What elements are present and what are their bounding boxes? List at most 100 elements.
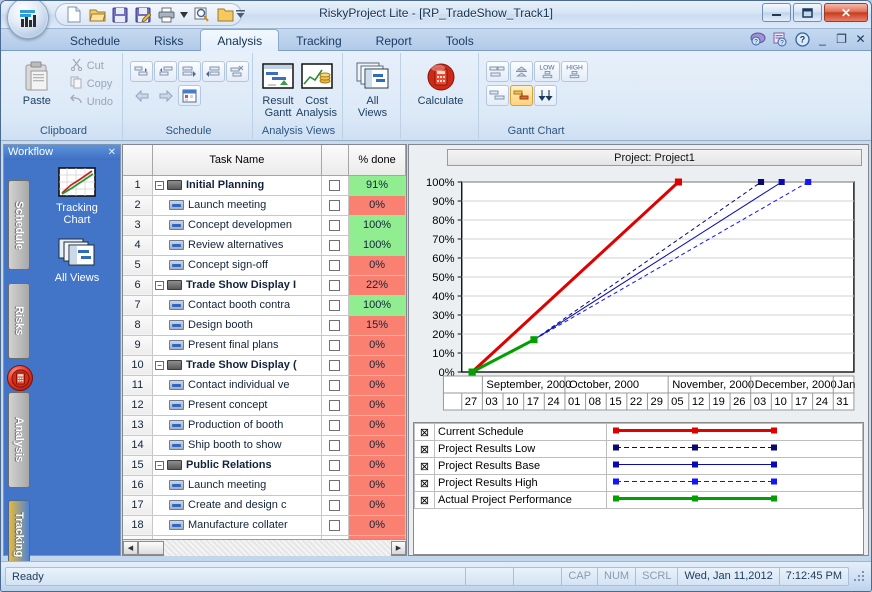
low-icon[interactable]: LOW: [534, 61, 560, 82]
back-arrow-icon[interactable]: [130, 85, 153, 106]
row-checkbox[interactable]: [329, 180, 340, 191]
result-gantt-button[interactable]: Result Gantt: [260, 57, 296, 119]
scroll-right-button[interactable]: ▶: [391, 541, 406, 555]
sidebar-item-risks[interactable]: Risks: [8, 283, 30, 359]
row-checkbox-cell[interactable]: [321, 335, 348, 355]
row-checkbox[interactable]: [329, 300, 340, 311]
tab-report[interactable]: Report: [359, 29, 429, 51]
expander-icon[interactable]: −: [155, 281, 164, 290]
table-row[interactable]: 16Launch meeting0%: [123, 475, 406, 495]
table-row[interactable]: 13Production of booth0%: [123, 415, 406, 435]
row-task-name[interactable]: Contact individual ve: [153, 375, 322, 395]
row-checkbox[interactable]: [329, 500, 340, 511]
row-checkbox[interactable]: [329, 260, 340, 271]
header-task-name[interactable]: Task Name: [153, 145, 322, 175]
row-checkbox[interactable]: [329, 520, 340, 531]
row-checkbox-cell[interactable]: [321, 395, 348, 415]
row-task-name[interactable]: −Initial Planning: [153, 175, 322, 195]
child-restore-button[interactable]: ❐: [835, 32, 848, 46]
row-checkbox[interactable]: [329, 320, 340, 331]
legend-visibility-checkbox[interactable]: ⊠: [415, 475, 435, 492]
table-row[interactable]: 17Create and design c0%: [123, 495, 406, 515]
row-checkbox[interactable]: [329, 240, 340, 251]
row-task-name[interactable]: Manufacture collater: [153, 515, 322, 535]
table-row[interactable]: 5Concept sign-off0%: [123, 255, 406, 275]
list-item[interactable]: ⊠Project Results Base: [415, 458, 863, 475]
row-checkbox[interactable]: [329, 280, 340, 291]
row-checkbox-cell[interactable]: [321, 495, 348, 515]
header-id[interactable]: [123, 145, 153, 175]
row-checkbox-cell[interactable]: [321, 355, 348, 375]
row-checkbox[interactable]: [329, 360, 340, 371]
move-left-icon[interactable]: [202, 61, 225, 82]
critical-path-icon[interactable]: [510, 61, 533, 82]
legend-visibility-checkbox[interactable]: ⊠: [415, 492, 435, 509]
row-task-name[interactable]: Contact booth contra: [153, 295, 322, 315]
list-item[interactable]: ⊠Actual Project Performance: [415, 492, 863, 509]
table-row[interactable]: 18Manufacture collater0%: [123, 515, 406, 535]
row-task-name[interactable]: Ship booth to show: [153, 435, 322, 455]
undo-button[interactable]: Undo: [66, 93, 117, 111]
table-row[interactable]: 4Review alternatives100%: [123, 235, 406, 255]
list-item[interactable]: ⊠Project Results Low: [415, 441, 863, 458]
row-task-name[interactable]: Review alternatives: [153, 235, 322, 255]
collapse-icon[interactable]: [534, 85, 557, 106]
report-help-icon[interactable]: ?: [772, 31, 788, 47]
high-icon[interactable]: HIGH: [561, 61, 588, 82]
table-row[interactable]: 8Design booth15%: [123, 315, 406, 335]
forward-arrow-icon[interactable]: [154, 85, 177, 106]
workflow-item-tracking-chart[interactable]: Tracking Chart: [36, 166, 118, 226]
row-checkbox-cell[interactable]: [321, 435, 348, 455]
row-checkbox[interactable]: [329, 480, 340, 491]
cut-button[interactable]: Cut: [66, 57, 117, 75]
row-task-name[interactable]: Launch meeting: [153, 475, 322, 495]
row-checkbox-cell[interactable]: [321, 195, 348, 215]
grid-horizontal-scrollbar[interactable]: ◀ ▶: [123, 539, 406, 555]
row-checkbox-cell[interactable]: [321, 215, 348, 235]
row-task-name[interactable]: Present concept: [153, 395, 322, 415]
calendar-icon[interactable]: [178, 85, 201, 106]
tab-analysis[interactable]: Analysis: [200, 29, 279, 51]
table-row[interactable]: 7Contact booth contra100%: [123, 295, 406, 315]
unlink-icon[interactable]: [226, 61, 249, 82]
all-views-button[interactable]: All Views: [350, 57, 395, 119]
row-task-name[interactable]: Present final plans: [153, 335, 322, 355]
row-task-name[interactable]: Design booth: [153, 315, 322, 335]
row-checkbox[interactable]: [329, 200, 340, 211]
resize-grip-icon[interactable]: [853, 570, 867, 584]
tab-schedule[interactable]: Schedule: [53, 29, 137, 51]
row-checkbox[interactable]: [329, 420, 340, 431]
sidebar-item-schedule[interactable]: Schedule: [8, 180, 30, 270]
row-task-name[interactable]: −Trade Show Display (: [153, 355, 322, 375]
sidebar-item-tracking[interactable]: Tracking: [8, 500, 30, 570]
row-checkbox-cell[interactable]: [321, 275, 348, 295]
sidebar-item-analysis[interactable]: Analysis: [8, 392, 30, 488]
cost-analysis-button[interactable]: Cost Analysis: [296, 57, 337, 119]
baseline-icon[interactable]: [486, 61, 509, 82]
table-row[interactable]: 10−Trade Show Display (0%: [123, 355, 406, 375]
row-task-name[interactable]: Concept developmen: [153, 215, 322, 235]
row-checkbox-cell[interactable]: [321, 475, 348, 495]
row-checkbox-cell[interactable]: [321, 255, 348, 275]
legend-visibility-checkbox[interactable]: ⊠: [415, 458, 435, 475]
close-icon[interactable]: ✕: [108, 145, 116, 160]
row-task-name[interactable]: Production of booth: [153, 415, 322, 435]
child-close-button[interactable]: ✕: [854, 32, 867, 46]
tab-tools[interactable]: Tools: [429, 29, 491, 51]
table-row[interactable]: 2Launch meeting0%: [123, 195, 406, 215]
indent-icon[interactable]: [130, 61, 153, 82]
scroll-thumb[interactable]: [138, 541, 164, 555]
row-checkbox[interactable]: [329, 460, 340, 471]
row-checkbox[interactable]: [329, 380, 340, 391]
question-help-icon[interactable]: ?: [794, 31, 810, 47]
tab-tracking[interactable]: Tracking: [279, 29, 359, 51]
row-checkbox-cell[interactable]: [321, 315, 348, 335]
minimize-button[interactable]: [762, 3, 791, 22]
table-row[interactable]: 9Present final plans0%: [123, 335, 406, 355]
copy-button[interactable]: Copy: [66, 75, 117, 93]
list-item[interactable]: ⊠Project Results High: [415, 475, 863, 492]
table-row[interactable]: 3Concept developmen100%: [123, 215, 406, 235]
row-checkbox-cell[interactable]: [321, 515, 348, 535]
legend-visibility-checkbox[interactable]: ⊠: [415, 441, 435, 458]
expander-icon[interactable]: −: [155, 361, 164, 370]
